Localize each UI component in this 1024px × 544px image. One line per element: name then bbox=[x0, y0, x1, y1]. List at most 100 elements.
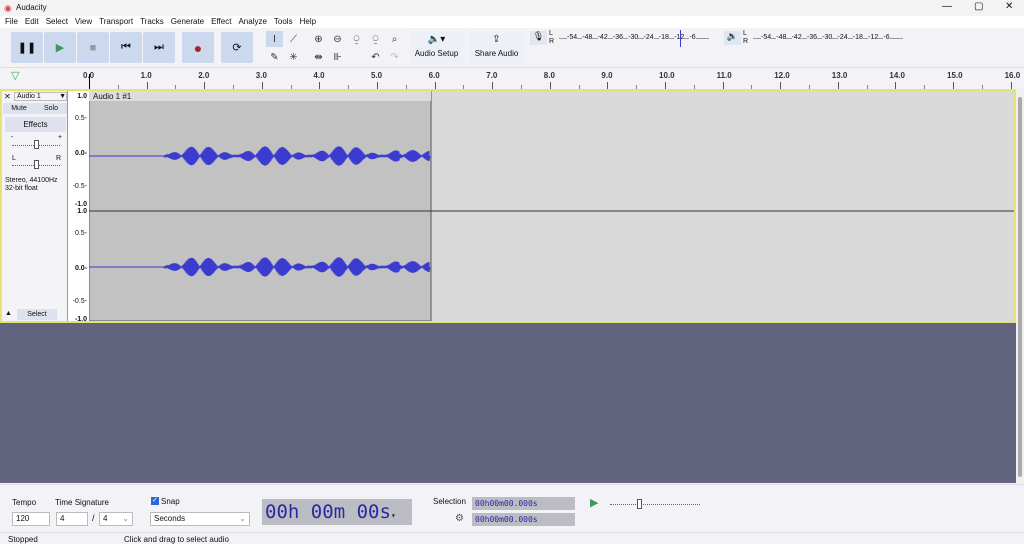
envelope-tool[interactable]: ⟋ bbox=[285, 31, 302, 47]
meter-tick: -54 bbox=[761, 34, 772, 41]
loop-icon: ⟳ bbox=[232, 42, 242, 54]
gear-icon[interactable]: ⚙ bbox=[455, 513, 464, 524]
undo-button[interactable]: ↶ bbox=[367, 49, 384, 65]
menu-tools[interactable]: Tools bbox=[274, 16, 293, 28]
track-close-button[interactable]: ✕ bbox=[4, 92, 13, 101]
snap-label: Snap bbox=[161, 497, 180, 506]
draw-tool[interactable]: ✎ bbox=[266, 49, 283, 65]
pause-button[interactable]: ❚❚ bbox=[11, 32, 43, 63]
solo-button[interactable]: Solo bbox=[35, 103, 67, 114]
timeline-options-icon[interactable]: ▽ bbox=[11, 69, 19, 82]
speed-slider-handle[interactable] bbox=[637, 499, 642, 509]
menu-tracks[interactable]: Tracks bbox=[140, 16, 164, 28]
time-sig-numerator[interactable]: 4 bbox=[56, 512, 88, 526]
ruler-tick-label: 14.0 bbox=[889, 71, 905, 80]
audio-clip[interactable] bbox=[89, 91, 432, 321]
loop-button[interactable]: ⟳ bbox=[221, 32, 253, 63]
effects-button[interactable]: Effects bbox=[5, 117, 66, 132]
timeline-ruler[interactable]: ▽ 0.0 1.0 2.0 3.0 4.0 5.0 6.0 7.0 8.0 9.0 10.0 11.0… bbox=[0, 68, 1024, 89]
collapse-track-button[interactable]: ▲ bbox=[5, 310, 12, 317]
menu-select[interactable]: Select bbox=[46, 16, 68, 28]
snap-unit-select[interactable]: Seconds ⌄ bbox=[150, 512, 250, 526]
silence-button[interactable]: ⊪ bbox=[329, 49, 346, 65]
close-button[interactable]: ✕ bbox=[1005, 1, 1013, 12]
record-button[interactable]: ● bbox=[182, 32, 214, 63]
scale-label: 0.0- bbox=[74, 265, 87, 272]
menu-generate[interactable]: Generate bbox=[171, 16, 204, 28]
empty-track-area[interactable] bbox=[0, 323, 1016, 483]
play-at-speed-button[interactable]: ▶ bbox=[590, 496, 598, 509]
envelope-icon: ⟋ bbox=[290, 33, 297, 45]
menu-view[interactable]: View bbox=[75, 16, 92, 28]
clip-header[interactable] bbox=[89, 91, 431, 101]
trim-button[interactable]: ⇼ bbox=[310, 49, 327, 65]
stop-button[interactable]: ■ bbox=[77, 32, 109, 63]
playback-meter[interactable]: L R -54 -48 -42 -36 -30 -24 -18 -12 -6 bbox=[743, 30, 908, 47]
time-sig-denominator[interactable]: 4 ⌄ bbox=[99, 512, 133, 526]
vertical-scrollbar[interactable] bbox=[1016, 89, 1024, 484]
waveform-area[interactable]: Audio 1 #1 bbox=[89, 91, 1014, 321]
ruler-tick-label: 3.0 bbox=[255, 71, 267, 80]
minimize-button[interactable]: — bbox=[942, 1, 952, 12]
audio-setup-label: Audio Setup bbox=[414, 49, 459, 58]
menu-transport[interactable]: Transport bbox=[99, 16, 133, 28]
audio-setup-button[interactable]: 🔈▾ Audio Setup bbox=[410, 31, 463, 64]
share-audio-label: Share Audio bbox=[474, 49, 519, 58]
ruler-tick-label: 12.0 bbox=[774, 71, 790, 80]
ruler-tick-label: 9.0 bbox=[601, 71, 613, 80]
record-meter[interactable]: L R -54 -48 -42 -36 -30 -24 -18 -12 -6 bbox=[549, 30, 714, 47]
skip-start-button[interactable]: ⏮ bbox=[110, 32, 142, 63]
snap-checkbox[interactable]: ✓ bbox=[151, 497, 159, 505]
redo-button[interactable]: ↷ bbox=[386, 49, 403, 65]
pan-slider-handle[interactable] bbox=[34, 160, 39, 169]
meter-tick: -36 bbox=[612, 34, 624, 41]
fit-selection-button[interactable]: ⍜ bbox=[348, 31, 365, 47]
share-icon: ⇪ bbox=[492, 34, 501, 45]
mute-button[interactable]: Mute bbox=[3, 103, 35, 114]
zoom-out-icon: ⊖ bbox=[333, 33, 342, 45]
select-track-button[interactable]: Select bbox=[17, 309, 57, 320]
fit-project-button[interactable]: ⍜ bbox=[367, 31, 384, 47]
zoom-in-button[interactable]: ⊕ bbox=[310, 31, 327, 47]
zoom-out-button[interactable]: ⊖ bbox=[329, 31, 346, 47]
menu-edit[interactable]: Edit bbox=[25, 16, 39, 28]
title-bar: ◉ Audacity — ▢ ✕ bbox=[0, 0, 1024, 16]
track-menu-button[interactable]: Audio 1 ▼ bbox=[14, 92, 67, 101]
playback-meter-button[interactable]: 🔉 bbox=[724, 31, 741, 45]
selection-start-field[interactable]: 00h00m00.000s bbox=[472, 497, 575, 510]
tempo-input[interactable]: 120 bbox=[12, 512, 50, 526]
skip-end-button[interactable]: ⏭ bbox=[143, 32, 175, 63]
menu-effect[interactable]: Effect bbox=[211, 16, 231, 28]
denominator-value: 4 bbox=[103, 514, 108, 523]
snap-unit-value: Seconds bbox=[154, 514, 186, 523]
ruler-tick-label: 5.0 bbox=[371, 71, 383, 80]
gain-slider-handle[interactable] bbox=[34, 140, 39, 149]
track-area[interactable]: ✕ Audio 1 ▼ Mute Solo Effects - + L R Ste… bbox=[0, 89, 1016, 323]
hours: 00 bbox=[265, 501, 288, 523]
menu-file[interactable]: File bbox=[5, 16, 18, 28]
selection-tool[interactable]: I bbox=[266, 31, 283, 47]
selection-end-value: 00h00m00.000s bbox=[475, 515, 538, 524]
track-name: Audio 1 bbox=[17, 93, 41, 100]
selection-end-field[interactable]: 00h00m00.000s bbox=[472, 513, 575, 526]
menu-analyze[interactable]: Analyze bbox=[238, 16, 266, 28]
seconds-unit: s bbox=[379, 501, 391, 523]
stop-icon: ■ bbox=[89, 41, 97, 54]
record-meter-button[interactable]: 🎙 bbox=[530, 31, 547, 45]
playhead[interactable] bbox=[89, 74, 90, 89]
playback-speed-slider[interactable] bbox=[610, 504, 700, 505]
status-state: Stopped bbox=[8, 535, 38, 544]
asterisk-icon: ✳ bbox=[289, 51, 298, 63]
time-display[interactable]: 00h 00m 00s▾ bbox=[262, 499, 412, 525]
zoom-toggle-button[interactable]: ⌕ bbox=[386, 31, 403, 47]
multi-tool[interactable]: ✳ bbox=[285, 49, 302, 65]
play-button[interactable]: ▶ bbox=[44, 32, 76, 63]
bottom-toolbar: Tempo 120 Time Signature 4 / 4 ⌄ ✓ Snap S… bbox=[0, 484, 1024, 544]
share-audio-button[interactable]: ⇪ Share Audio bbox=[470, 31, 523, 64]
scrollbar-thumb[interactable] bbox=[1018, 97, 1022, 477]
menu-help[interactable]: Help bbox=[300, 16, 316, 28]
ruler-tick-label: 16.0 bbox=[1004, 71, 1021, 80]
maximize-button[interactable]: ▢ bbox=[974, 1, 983, 12]
meter-tick: -6 bbox=[689, 34, 696, 41]
microphone-icon: 🎙 bbox=[532, 31, 545, 41]
